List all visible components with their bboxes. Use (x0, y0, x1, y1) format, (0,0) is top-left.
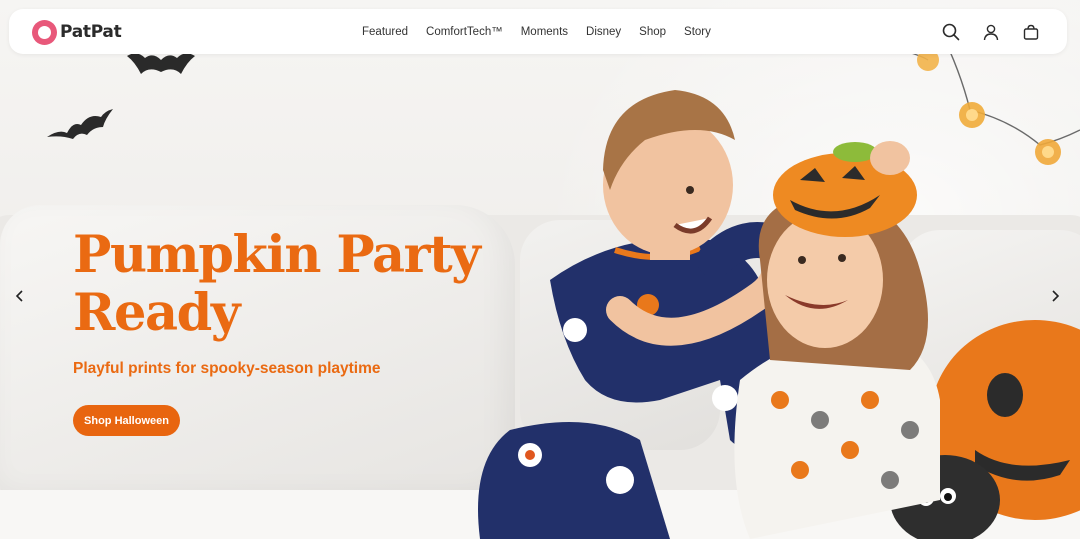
nav-item-disney[interactable]: Disney (586, 26, 621, 38)
brand-name: PatPat (60, 22, 122, 42)
hero-headline: Pumpkin Party Ready (73, 226, 493, 342)
chevron-right-icon (1052, 290, 1060, 302)
nav-item-comforttech[interactable]: ComfortTech™ (426, 26, 503, 38)
search-icon[interactable] (940, 21, 962, 43)
patpat-logo-mark (32, 19, 57, 45)
bat-decoration (47, 109, 113, 139)
hero-headline-line1: Pumpkin Party (73, 225, 481, 285)
nav-item-featured[interactable]: Featured (362, 26, 408, 38)
account-icon[interactable] (980, 21, 1002, 43)
nav-item-shop[interactable]: Shop (639, 26, 666, 38)
shop-halloween-button[interactable]: Shop Halloween (73, 405, 180, 436)
nav-actions (922, 21, 1042, 43)
nav-item-moments[interactable]: Moments (521, 26, 568, 38)
bag-icon[interactable] (1020, 21, 1042, 43)
main-menu: Featured ComfortTech™ Moments Disney Sho… (362, 9, 711, 54)
hero-subheadline: Playful prints for spooky-season playtim… (73, 360, 381, 377)
nav-item-story[interactable]: Story (684, 26, 711, 38)
carousel-prev-button[interactable] (10, 286, 30, 306)
hero-headline-line2: Ready (73, 283, 241, 343)
carousel-next-button[interactable] (1045, 286, 1065, 306)
patpat-logo[interactable]: PatPat (32, 19, 122, 45)
hero-photo-children (478, 90, 1080, 539)
chevron-left-icon (15, 290, 23, 302)
top-navigation-bar: PatPat Featured ComfortTech™ Moments Dis… (9, 9, 1067, 54)
